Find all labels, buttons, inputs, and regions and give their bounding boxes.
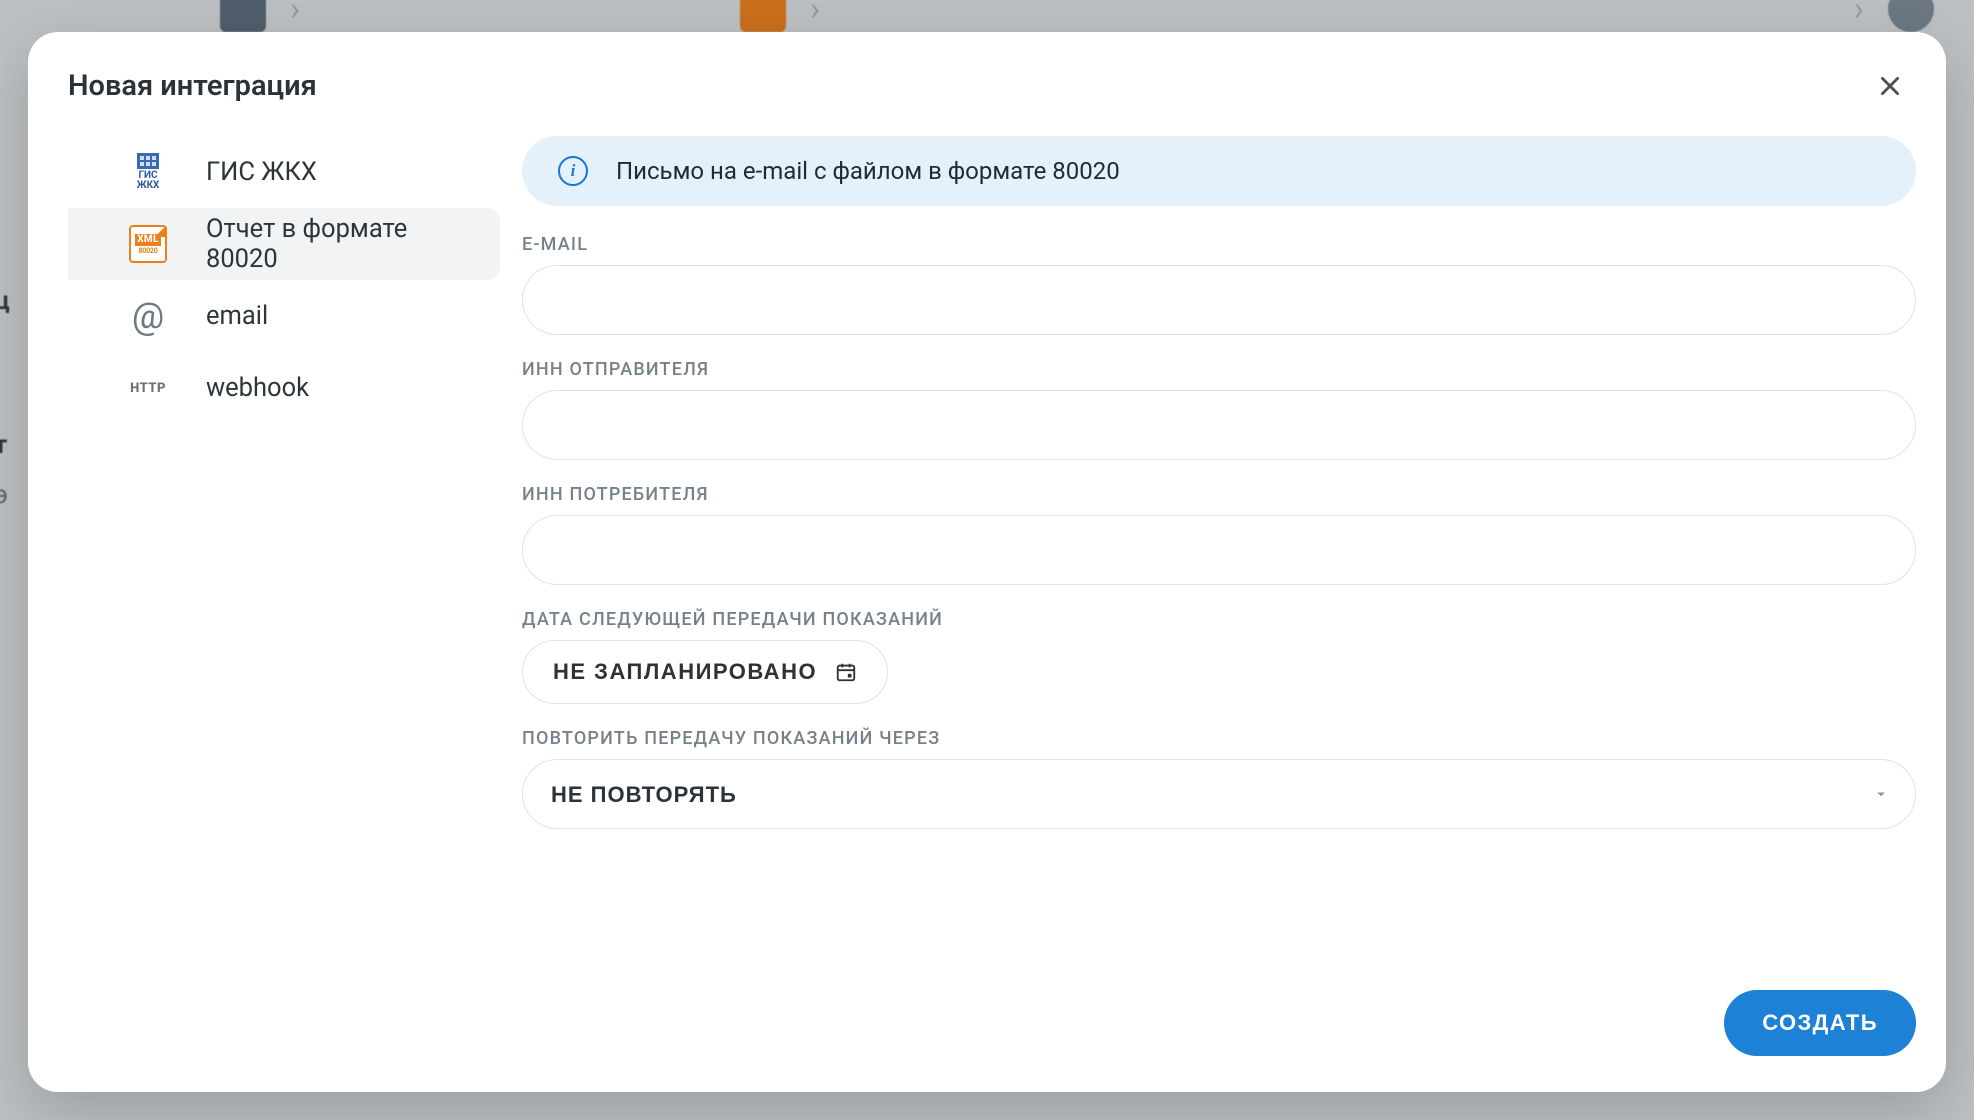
xml-file-icon: XML80020 <box>128 224 168 264</box>
sidebar-item-xml80020[interactable]: XML80020 Отчет в формате 80020 <box>68 208 500 280</box>
info-icon: i <box>558 156 588 186</box>
field-group-sender-inn: ИНН ОТПРАВИТЕЛЯ <box>522 359 1916 460</box>
close-icon <box>1877 73 1903 99</box>
modal-footer: СОЗДАТЬ <box>28 980 1946 1062</box>
next-date-value: НЕ ЗАПЛАНИРОВАНО <box>553 659 817 685</box>
field-group-consumer-inn: ИНН ПОТРЕБИТЕЛЯ <box>522 484 1916 585</box>
gis-icon: ГИС ЖКХ <box>128 152 168 192</box>
email-label: E-MAIL <box>522 234 1916 255</box>
modal-header: Новая интеграция <box>28 66 1946 124</box>
sidebar-item-gis[interactable]: ГИС ЖКХ ГИС ЖКХ <box>68 136 500 208</box>
create-button[interactable]: СОЗДАТЬ <box>1724 990 1916 1056</box>
http-icon: HTTP <box>128 368 168 408</box>
info-banner-text: Письмо на e-mail с файлом в формате 8002… <box>616 157 1120 185</box>
consumer-inn-label: ИНН ПОТРЕБИТЕЛЯ <box>522 484 1916 505</box>
modal-body: ГИС ЖКХ ГИС ЖКХ XML80020 Отчет в формате… <box>28 124 1946 980</box>
sidebar-item-label: Отчет в формате 80020 <box>206 214 476 274</box>
sidebar-item-label: email <box>206 301 268 331</box>
field-group-email: E-MAIL <box>522 234 1916 335</box>
modal-title: Новая интеграция <box>68 69 317 103</box>
next-date-label: ДАТА СЛЕДУЮЩЕЙ ПЕРЕДАЧИ ПОКАЗАНИЙ <box>522 609 1916 630</box>
sidebar-item-webhook[interactable]: HTTP webhook <box>68 352 500 424</box>
repeat-label: ПОВТОРИТЬ ПЕРЕДАЧУ ПОКАЗАНИЙ ЧЕРЕЗ <box>522 728 1916 749</box>
sidebar-item-label: webhook <box>206 373 309 403</box>
calendar-icon <box>835 661 857 683</box>
sidebar-item-label: ГИС ЖКХ <box>206 157 317 187</box>
repeat-select-wrap: НЕ ПОВТОРЯТЬ <box>522 759 1916 829</box>
sender-inn-input[interactable] <box>522 390 1916 460</box>
sender-inn-label: ИНН ОТПРАВИТЕЛЯ <box>522 359 1916 380</box>
repeat-select[interactable]: НЕ ПОВТОРЯТЬ <box>522 759 1916 829</box>
email-input[interactable] <box>522 265 1916 335</box>
field-group-next-date: ДАТА СЛЕДУЮЩЕЙ ПЕРЕДАЧИ ПОКАЗАНИЙ НЕ ЗАП… <box>522 609 1916 704</box>
at-sign-icon: @ <box>128 296 168 336</box>
new-integration-modal: Новая интеграция ГИС ЖКХ ГИС ЖКХ XML8002… <box>28 32 1946 1092</box>
integration-type-sidebar: ГИС ЖКХ ГИС ЖКХ XML80020 Отчет в формате… <box>28 124 508 980</box>
info-banner: i Письмо на e-mail с файлом в формате 80… <box>522 136 1916 206</box>
form-content: i Письмо на e-mail с файлом в формате 80… <box>508 124 1946 980</box>
consumer-inn-input[interactable] <box>522 515 1916 585</box>
sidebar-item-email[interactable]: @ email <box>68 280 500 352</box>
next-date-button[interactable]: НЕ ЗАПЛАНИРОВАНО <box>522 640 888 704</box>
close-button[interactable] <box>1870 66 1910 106</box>
field-group-repeat: ПОВТОРИТЬ ПЕРЕДАЧУ ПОКАЗАНИЙ ЧЕРЕЗ НЕ ПО… <box>522 728 1916 829</box>
